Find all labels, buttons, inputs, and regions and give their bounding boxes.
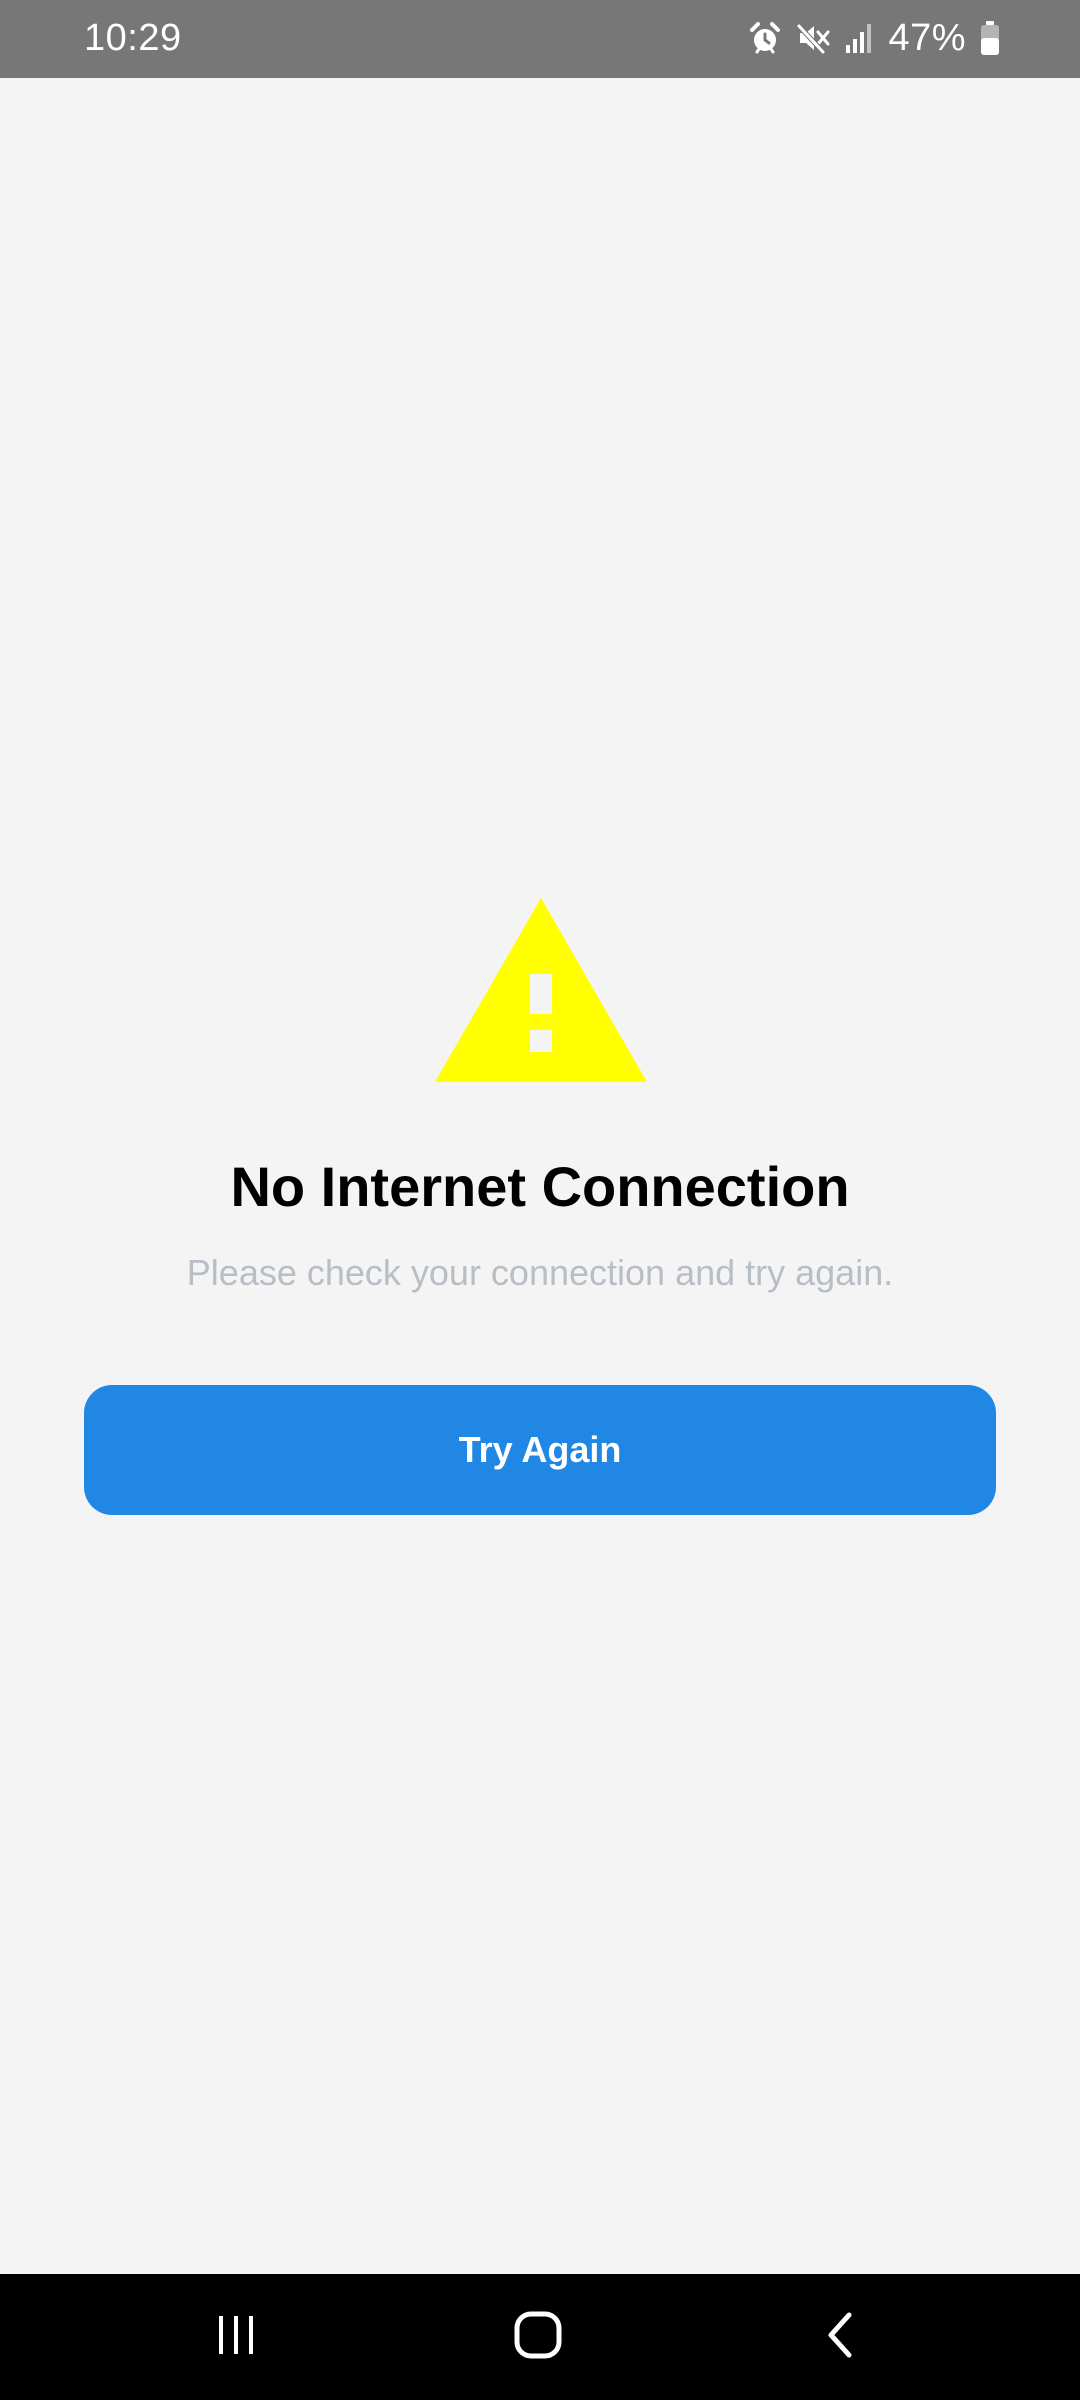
recents-button[interactable] <box>156 2274 316 2400</box>
status-time: 10:29 <box>84 17 182 59</box>
back-button[interactable] <box>760 2274 920 2400</box>
error-title: No Internet Connection <box>230 1155 850 1218</box>
navigation-bar <box>0 2274 1080 2400</box>
warning-icon <box>435 898 647 1082</box>
home-icon <box>514 2311 562 2364</box>
status-icons: 47% <box>748 14 1000 62</box>
home-button[interactable] <box>458 2274 618 2400</box>
try-again-button[interactable]: Try Again <box>84 1385 996 1515</box>
no-connection-screen: 10:29 47% No Internet Connection Please … <box>0 0 1080 2400</box>
back-icon <box>823 2311 857 2364</box>
mute-icon <box>796 21 830 55</box>
battery-percent: 47% <box>888 17 966 59</box>
signal-icon <box>844 21 874 55</box>
error-message: Please check your connection and try aga… <box>186 1252 894 1293</box>
battery-icon <box>980 20 1000 56</box>
recents-icon <box>214 2313 258 2362</box>
alarm-icon <box>748 21 782 55</box>
status-bar: 10:29 47% <box>0 0 1080 78</box>
